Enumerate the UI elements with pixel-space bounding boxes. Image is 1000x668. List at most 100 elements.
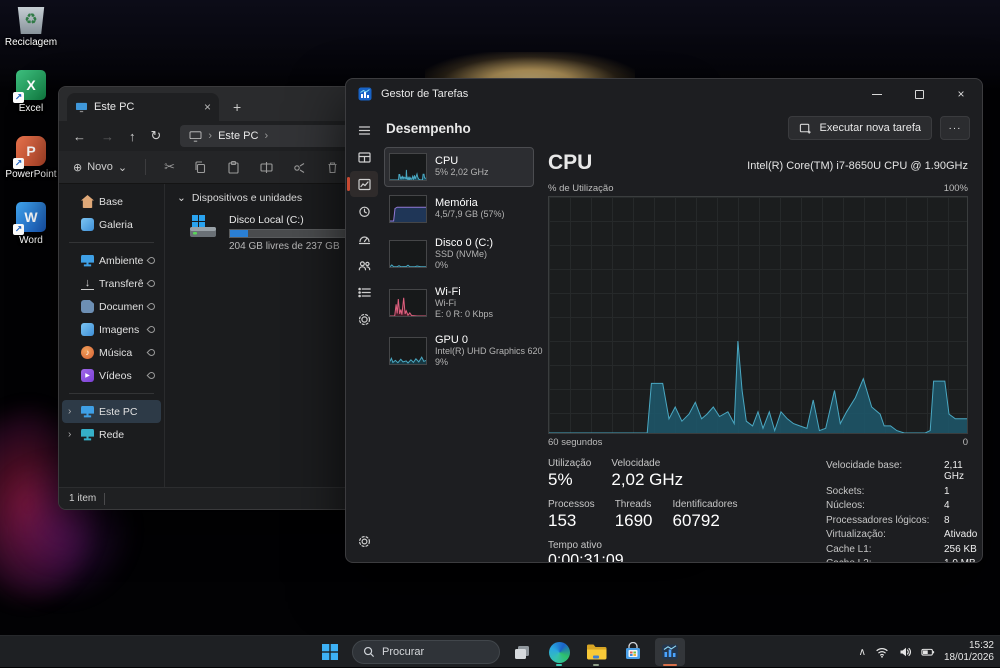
clock[interactable]: 15:32 18/01/2026	[944, 640, 994, 665]
tile-subtitle-2: 0%	[435, 260, 493, 271]
tile-sparkline	[389, 337, 427, 365]
cpu-stat: Processos 153	[548, 499, 595, 531]
edge-running-indicator	[556, 664, 562, 667]
menu-hamburger-icon[interactable]	[350, 117, 378, 143]
shortcut-arrow-icon: ↗	[13, 92, 24, 103]
close-button[interactable]: ×	[940, 79, 982, 109]
tab-close-icon[interactable]: ×	[204, 100, 211, 114]
section-chevron-icon: ⌄	[177, 192, 186, 204]
performance-tile[interactable]: GPU 0 Intel(R) UHD Graphics 620 9%	[384, 328, 534, 375]
minimize-button[interactable]	[856, 79, 898, 109]
sidebar-item-icon	[81, 195, 94, 208]
volume-icon[interactable]	[898, 645, 912, 659]
run-new-task-button[interactable]: Executar nova tarefa	[788, 116, 932, 140]
new-tab-button[interactable]: +	[233, 99, 241, 115]
this-pc-icon	[75, 102, 88, 113]
nav-users-icon[interactable]	[350, 252, 378, 278]
sidebar-item-label: Transferências	[99, 278, 143, 290]
new-button[interactable]: ⊕ Novo ⌄	[73, 161, 127, 174]
drive-usage-bar	[229, 229, 361, 238]
up-icon[interactable]: ↑	[129, 129, 136, 144]
task-view-button[interactable]	[507, 638, 537, 666]
sidebar-item[interactable]: › Rede	[62, 423, 161, 446]
back-icon[interactable]: ←	[73, 129, 86, 144]
cpu-detail-row: Cache L2: 1,0 MB	[826, 558, 977, 563]
desktop: ♻ Reciclagem X ↗ Excel P ↗ PowerPoint	[0, 0, 1000, 667]
breadcrumb[interactable]: Este PC	[218, 130, 258, 142]
nav-app-history-icon[interactable]	[350, 198, 378, 224]
nav-performance-icon[interactable]	[350, 171, 378, 197]
tile-subtitle: Intel(R) UHD Graphics 620	[435, 346, 543, 357]
desktop-icon[interactable]: X ↗ Excel	[2, 70, 60, 130]
nav-processes-icon[interactable]	[350, 144, 378, 170]
desktop-icon-label: Excel	[19, 103, 43, 114]
refresh-icon[interactable]: ↻	[151, 128, 162, 144]
performance-tile[interactable]: CPU 5% 2,02 GHz	[384, 147, 534, 187]
desktop-icon-label: Word	[19, 235, 43, 246]
maximize-button[interactable]	[898, 79, 940, 109]
cpu-detail-row: Sockets: 1	[826, 486, 977, 497]
sidebar-item-icon	[81, 323, 94, 336]
wifi-icon[interactable]	[875, 645, 889, 659]
desktop-icon[interactable]: ♻ Reciclagem	[2, 4, 60, 64]
tile-title: Memória	[435, 197, 505, 209]
performance-tile[interactable]: Memória 4,5/7,9 GB (57%)	[384, 189, 534, 229]
share-icon[interactable]	[292, 160, 307, 175]
settings-gear-icon[interactable]	[350, 528, 378, 554]
cpu-detail-row: Velocidade base: 2,11 GHz	[826, 460, 977, 482]
tray-chevron-icon[interactable]: ∧	[859, 647, 866, 658]
cpu-stat: Utilização 5%	[548, 458, 591, 490]
sidebar-item-label: Vídeos	[99, 370, 143, 382]
start-button[interactable]	[315, 638, 345, 666]
pin-icon	[147, 302, 157, 312]
paste-icon[interactable]	[226, 160, 241, 175]
task-manager-nav-rail	[346, 109, 382, 562]
forward-icon[interactable]: →	[101, 129, 114, 144]
battery-icon[interactable]	[921, 645, 935, 659]
nav-details-icon[interactable]	[350, 279, 378, 305]
drive-name: Disco Local (C:)	[229, 214, 361, 226]
nav-services-icon[interactable]	[350, 306, 378, 332]
app-icon: ♻	[16, 4, 46, 34]
cut-icon[interactable]: ✂	[164, 159, 175, 175]
taskbar-search[interactable]: Procurar	[352, 640, 500, 664]
performance-tile[interactable]: Disco 0 (C:) SSD (NVMe) 0%	[384, 231, 534, 278]
sidebar-item[interactable]: Transferências	[62, 272, 161, 295]
graph-zero-label: 0	[963, 437, 968, 448]
performance-tile[interactable]: Wi-Fi Wi-Fi E: 0 R: 0 Kbps	[384, 280, 534, 327]
edge-button[interactable]	[544, 638, 574, 666]
store-button[interactable]	[618, 638, 648, 666]
delete-icon[interactable]	[325, 160, 340, 175]
sidebar-item[interactable]: Ambiente de tra	[62, 249, 161, 272]
cpu-utilization-graph[interactable]	[548, 196, 968, 434]
desktop-icon[interactable]: W ↗ Word	[2, 202, 60, 262]
tile-subtitle: 5% 2,02 GHz	[435, 167, 489, 178]
task-manager-taskbar-button[interactable]	[655, 638, 685, 666]
desktop-icon[interactable]: P ↗ PowerPoint	[2, 136, 60, 196]
app-icon: X ↗	[16, 70, 46, 100]
window-title: Gestor de Tarefas	[381, 88, 468, 100]
task-manager-window: Gestor de Tarefas × Desempenho Executar …	[345, 78, 983, 563]
sidebar-item[interactable]: Vídeos	[62, 364, 161, 387]
expand-chevron-icon[interactable]: ›	[68, 429, 76, 440]
sidebar-item-icon	[81, 254, 94, 267]
sidebar-item[interactable]: › Este PC	[62, 400, 161, 423]
sidebar-item[interactable]: Imagens	[62, 318, 161, 341]
sidebar-item[interactable]: Galeria	[62, 213, 161, 236]
file-explorer-button[interactable]	[581, 638, 611, 666]
sidebar-item[interactable]: Música	[62, 341, 161, 364]
sidebar-item-label: Documentos	[99, 301, 143, 313]
shortcut-arrow-icon: ↗	[13, 224, 24, 235]
tile-subtitle: SSD (NVMe)	[435, 249, 493, 260]
tile-subtitle-2: 9%	[435, 357, 543, 368]
sidebar-item[interactable]: Documentos	[62, 295, 161, 318]
cpu-stat: Identificadores 60792	[673, 499, 738, 531]
expand-chevron-icon[interactable]: ›	[68, 406, 76, 417]
more-options-button[interactable]: ···	[940, 116, 970, 140]
nav-startup-apps-icon[interactable]	[350, 225, 378, 251]
sidebar-item[interactable]: Base	[62, 190, 161, 213]
copy-icon[interactable]	[193, 160, 208, 175]
rename-icon[interactable]	[259, 160, 274, 175]
explorer-tab[interactable]: Este PC ×	[67, 93, 219, 121]
tab-title: Este PC	[94, 101, 134, 113]
